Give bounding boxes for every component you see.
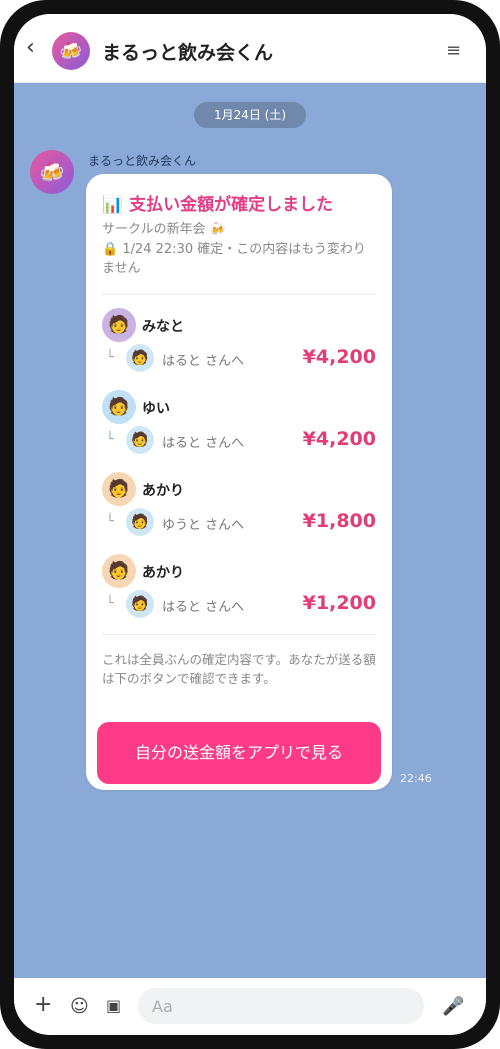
payee-avatar: 🧑 — [126, 590, 154, 618]
sender-name: まるっと飲み会くん — [88, 154, 197, 168]
arrow-icon: └ — [106, 432, 114, 447]
payee-name: ゆうと さんへ — [162, 518, 245, 533]
view-my-amount-button[interactable]: 自分の送金額をアプリで見る — [97, 722, 381, 784]
payer-avatar: 🧑 — [102, 554, 136, 588]
payee-name: はると さんへ — [162, 600, 245, 615]
person-icon: 🧑 — [131, 432, 149, 448]
divider — [102, 294, 376, 295]
person-icon: 🧑 — [131, 350, 149, 366]
back-button[interactable]: ‹ — [26, 36, 35, 60]
chat-header: ‹ 🍻 まるっと飲み会くん ≡ — [14, 14, 486, 83]
payment-row: 🧑 あかり └ 🧑 はると さんへ ¥1,200 — [102, 554, 376, 630]
date-pill: 1月24日 (土) — [194, 102, 306, 128]
beer-icon: 🍻 — [39, 160, 65, 184]
payer-avatar: 🧑 — [102, 308, 136, 342]
person-icon: 🧑 — [131, 596, 149, 612]
payee-name: はると さんへ — [162, 436, 245, 451]
payment-amount: ¥1,200 — [302, 592, 376, 614]
menu-icon[interactable]: ≡ — [446, 40, 461, 61]
payer-name: みなと — [142, 319, 184, 335]
message-input[interactable] — [138, 988, 424, 1024]
chat-screen: ‹ 🍻 まるっと飲み会くん ≡ 1月24日 (土) 🍻 まるっと飲み会くん 📊 支… — [14, 14, 486, 1035]
event-name: サークルの新年会 🍻 — [102, 222, 226, 237]
card-title-text: 支払い金額が確定しました — [129, 195, 334, 215]
chat-title: まるっと飲み会くん — [102, 42, 274, 64]
card-note: これは全員ぶんの確定内容です。あなたが送る額は下のボタンで確認できます。 — [102, 652, 376, 686]
payment-row: 🧑 あかり └ 🧑 ゆうと さんへ ¥1,800 — [102, 472, 376, 548]
beer-icon: 🍻 — [59, 40, 83, 62]
emoji-icon[interactable]: ☺ — [70, 996, 89, 1017]
person-icon: 🧑 — [108, 315, 130, 335]
person-icon: 🧑 — [131, 514, 149, 530]
phone-frame: ‹ 🍻 まるっと飲み会くん ≡ 1月24日 (土) 🍻 まるっと飲み会くん 📊 支… — [0, 0, 500, 1049]
payment-amount: ¥1,800 — [302, 510, 376, 532]
payer-avatar: 🧑 — [102, 390, 136, 424]
message-time: 22:46 — [400, 772, 432, 785]
payee-avatar: 🧑 — [126, 344, 154, 372]
payee-avatar: 🧑 — [126, 508, 154, 536]
payee-avatar: 🧑 — [126, 426, 154, 454]
payer-name: あかり — [142, 483, 184, 499]
mic-icon[interactable]: 🎤 — [442, 996, 464, 1017]
arrow-icon: └ — [106, 514, 114, 529]
bot-avatar[interactable]: 🍻 — [30, 150, 74, 194]
payment-card: 📊 支払い金額が確定しました サークルの新年会 🍻 🔒 1/24 22:30 確定… — [86, 174, 392, 790]
input-bar: + ☺ ▣ 🎤 — [14, 978, 486, 1035]
person-icon: 🧑 — [108, 561, 130, 581]
payer-name: あかり — [142, 565, 184, 581]
divider — [102, 634, 376, 635]
group-avatar[interactable]: 🍻 — [52, 32, 90, 70]
payment-amount: ¥4,200 — [302, 428, 376, 450]
lock-notice: 🔒 1/24 22:30 確定・この内容はもう変わりません — [102, 242, 366, 276]
arrow-icon: └ — [106, 350, 114, 365]
payer-name: ゆい — [142, 401, 170, 417]
payment-row: 🧑 ゆい └ 🧑 はると さんへ ¥4,200 — [102, 390, 376, 466]
payment-amount: ¥4,200 — [302, 346, 376, 368]
person-icon: 🧑 — [108, 397, 130, 417]
payment-row: 🧑 みなと └ 🧑 はると さんへ ¥4,200 — [102, 308, 376, 384]
image-icon[interactable]: ▣ — [106, 996, 121, 1015]
plus-icon[interactable]: + — [34, 992, 52, 1017]
card-title: 📊 支払い金額が確定しました — [102, 190, 382, 215]
payer-avatar: 🧑 — [102, 472, 136, 506]
payee-name: はると さんへ — [162, 354, 245, 369]
person-icon: 🧑 — [108, 479, 130, 499]
chart-icon: 📊 — [102, 195, 124, 215]
arrow-icon: └ — [106, 596, 114, 611]
